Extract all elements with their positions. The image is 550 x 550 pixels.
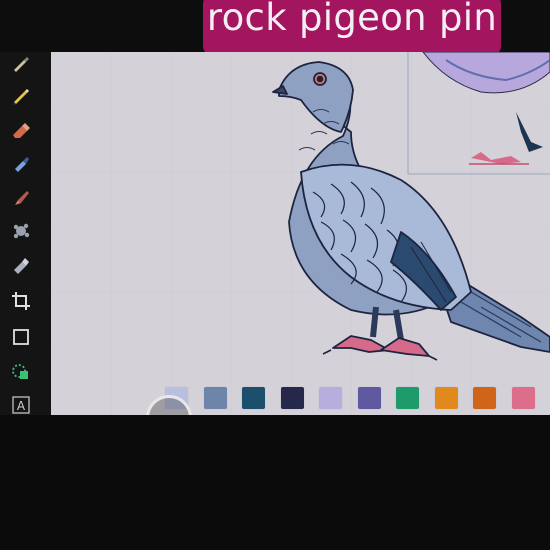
crop-icon[interactable] <box>10 290 32 312</box>
brush-icon[interactable] <box>10 186 32 208</box>
swatch-teal-navy[interactable] <box>241 386 266 410</box>
shape-icon[interactable] <box>10 326 32 348</box>
eraser-icon[interactable] <box>10 118 32 140</box>
swatch-pink[interactable] <box>511 386 536 410</box>
caption-banner: rock pigeon pin <box>203 0 501 56</box>
svg-text:A: A <box>17 399 26 413</box>
swatch-dark-navy[interactable] <box>280 386 305 410</box>
color-palette <box>163 386 550 414</box>
bottom-area <box>0 415 550 550</box>
swatch-purple[interactable] <box>357 386 382 410</box>
swatch-orange[interactable] <box>434 386 459 410</box>
drawing-canvas[interactable] <box>51 52 550 415</box>
fill-icon[interactable] <box>10 152 32 174</box>
pencil-icon[interactable] <box>10 84 32 106</box>
tool-sidebar: A <box>0 52 51 415</box>
reference-image <box>407 52 550 175</box>
swatch-slate-blue[interactable] <box>203 386 228 410</box>
swatch-lilac[interactable] <box>318 386 343 410</box>
text-icon[interactable]: A <box>10 394 32 416</box>
selection-icon[interactable] <box>10 360 32 382</box>
top-bar: rock pigeon pin <box>0 0 550 56</box>
drawing-app: rock pigeon pin A <box>0 0 550 550</box>
swatch-green[interactable] <box>395 386 420 410</box>
smudge-icon[interactable] <box>10 220 32 242</box>
caption-text: rock pigeon pin <box>206 0 498 39</box>
liquify-icon[interactable] <box>10 254 32 276</box>
pen-icon[interactable] <box>10 52 32 74</box>
artwork <box>51 52 550 415</box>
swatch-dark-orange[interactable] <box>472 386 497 410</box>
pigeon-illustration <box>272 61 550 361</box>
